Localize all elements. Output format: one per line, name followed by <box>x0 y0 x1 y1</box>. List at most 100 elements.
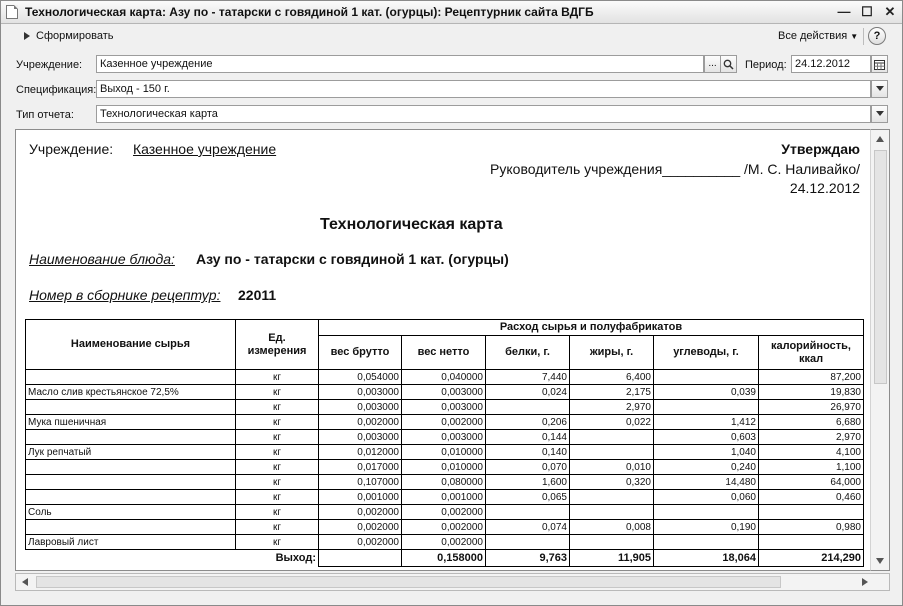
table-row: кг 0,003000 0,003000 2,970 26,970 <box>25 399 864 415</box>
col-header-group: Расход сырья и полуфабрикатов <box>318 319 864 336</box>
recipe-table-body: кг 0,054000 0,040000 7,440 6,400 87,200 Масло … <box>25 369 864 550</box>
help-button[interactable]: ? <box>868 27 886 45</box>
table-row: Соль кг 0,002000 0,002000 <box>25 504 864 520</box>
cell-carbs: 1,412 <box>653 414 759 430</box>
cell-fat: 0,008 <box>569 519 654 535</box>
document-icon <box>6 5 18 19</box>
horizontal-scroll-thumb[interactable] <box>36 576 781 588</box>
cell-kcal <box>758 504 864 520</box>
cell-kcal: 87,200 <box>758 369 864 385</box>
specification-dropdown-button[interactable] <box>871 80 888 98</box>
scroll-left-icon[interactable] <box>22 578 28 586</box>
chevron-down-icon: ▼ <box>850 32 859 41</box>
institution-field[interactable]: Казенное учреждение <box>96 55 704 73</box>
cell-unit: кг <box>235 504 319 520</box>
cell-unit: кг <box>235 384 319 400</box>
institution-select-button[interactable]: ... <box>704 55 721 73</box>
cell-gross: 0,054000 <box>318 369 402 385</box>
cell-fat: 6,400 <box>569 369 654 385</box>
cell-carbs: 0,190 <box>653 519 759 535</box>
cell-net: 0,003000 <box>401 429 486 445</box>
col-header-kcal: калорийность, ккал <box>758 335 864 370</box>
total-net: 0,158000 <box>401 549 486 567</box>
col-header-carbs: углеводы, г. <box>653 335 759 370</box>
cell-protein: 0,024 <box>485 384 570 400</box>
cell-protein: 0,070 <box>485 459 570 475</box>
all-actions-label: Все действия <box>778 30 848 42</box>
magnifier-icon[interactable] <box>720 55 737 73</box>
cell-name <box>25 519 236 535</box>
cell-protein <box>485 504 570 520</box>
cell-gross: 0,003000 <box>318 429 402 445</box>
cell-unit: кг <box>235 399 319 415</box>
cell-kcal <box>758 534 864 550</box>
cell-net: 0,002000 <box>401 534 486 550</box>
minimize-button[interactable]: — <box>835 3 853 21</box>
cell-gross: 0,002000 <box>318 414 402 430</box>
cell-kcal: 0,460 <box>758 489 864 505</box>
cell-name <box>25 489 236 505</box>
table-row: кг 0,107000 0,080000 1,600 0,320 14,480 64,000 <box>25 474 864 490</box>
cell-net: 0,003000 <box>401 399 486 415</box>
cell-gross: 0,002000 <box>318 504 402 520</box>
cell-fat: 0,010 <box>569 459 654 475</box>
cell-gross: 0,002000 <box>318 519 402 535</box>
cell-protein: 0,206 <box>485 414 570 430</box>
cell-unit: кг <box>235 369 319 385</box>
specification-label: Спецификация: <box>16 84 97 96</box>
cell-kcal: 26,970 <box>758 399 864 415</box>
cell-kcal: 4,100 <box>758 444 864 460</box>
toolbar: Сформировать Все действия ▼ ? <box>1 24 902 48</box>
table-row: кг 0,002000 0,002000 0,074 0,008 0,190 0,980 <box>25 519 864 535</box>
report-document[interactable]: Учреждение: Казенное учреждение Утвержда… <box>15 129 890 571</box>
all-actions-menu[interactable]: Все действия ▼ <box>778 28 858 44</box>
cell-name <box>25 429 236 445</box>
cell-name: Соль <box>25 504 236 520</box>
cell-carbs <box>653 504 759 520</box>
close-button[interactable]: ✕ <box>881 3 899 21</box>
table-row: Масло слив крестьянское 72,5% кг 0,003000 0… <box>25 384 864 400</box>
cell-gross: 0,012000 <box>318 444 402 460</box>
cell-net: 0,002000 <box>401 519 486 535</box>
generate-button[interactable]: Сформировать <box>21 28 114 44</box>
cell-carbs: 1,040 <box>653 444 759 460</box>
cell-fat: 0,022 <box>569 414 654 430</box>
chevron-down-icon <box>875 86 884 91</box>
cell-name <box>25 459 236 475</box>
institution-label: Учреждение: <box>16 59 83 71</box>
calendar-icon[interactable] <box>871 55 888 73</box>
cell-net: 0,002000 <box>401 504 486 520</box>
vertical-scrollbar[interactable] <box>870 129 890 571</box>
cell-protein <box>485 534 570 550</box>
maximize-button[interactable]: ☐ <box>858 3 876 21</box>
vertical-scroll-thumb[interactable] <box>874 150 887 384</box>
report-type-field[interactable]: Технологическая карта <box>96 105 871 123</box>
period-label: Период: <box>745 59 787 71</box>
scroll-right-icon[interactable] <box>862 578 868 586</box>
cell-kcal: 2,970 <box>758 429 864 445</box>
scroll-down-icon[interactable] <box>876 558 884 564</box>
cell-gross: 0,001000 <box>318 489 402 505</box>
report-type-dropdown-button[interactable] <box>871 105 888 123</box>
cell-carbs: 0,060 <box>653 489 759 505</box>
specification-field[interactable]: Выход - 150 г. <box>96 80 871 98</box>
col-header-fat: жиры, г. <box>569 335 654 370</box>
horizontal-scrollbar[interactable] <box>15 573 890 591</box>
scroll-up-icon[interactable] <box>876 136 884 142</box>
cell-net: 0,003000 <box>401 384 486 400</box>
cell-fat <box>569 534 654 550</box>
cell-unit: кг <box>235 474 319 490</box>
approve-text: Утверждаю <box>781 141 860 157</box>
cell-protein: 0,144 <box>485 429 570 445</box>
cell-carbs <box>653 399 759 415</box>
cell-name: Масло слив крестьянское 72,5% <box>25 384 236 400</box>
cell-unit: кг <box>235 489 319 505</box>
cell-fat: 2,175 <box>569 384 654 400</box>
col-header-name: Наименование сырья <box>25 319 236 370</box>
cell-kcal: 0,980 <box>758 519 864 535</box>
cell-protein: 1,600 <box>485 474 570 490</box>
period-field[interactable]: 24.12.2012 <box>791 55 871 73</box>
cell-protein: 0,065 <box>485 489 570 505</box>
cell-unit: кг <box>235 414 319 430</box>
cell-carbs <box>653 369 759 385</box>
